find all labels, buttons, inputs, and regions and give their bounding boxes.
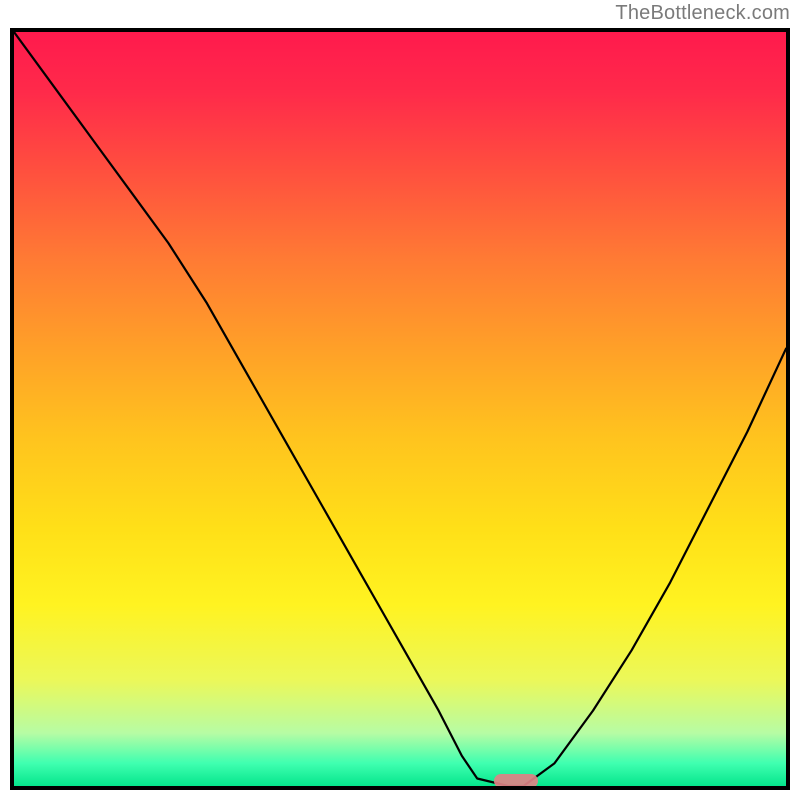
bottleneck-curve: [14, 32, 786, 786]
minimum-marker: [494, 774, 538, 788]
plot-frame: [10, 28, 790, 790]
chart-root: TheBottleneck.com: [0, 0, 800, 800]
bottleneck-curve-path: [14, 32, 786, 786]
attribution-label: TheBottleneck.com: [615, 2, 790, 25]
